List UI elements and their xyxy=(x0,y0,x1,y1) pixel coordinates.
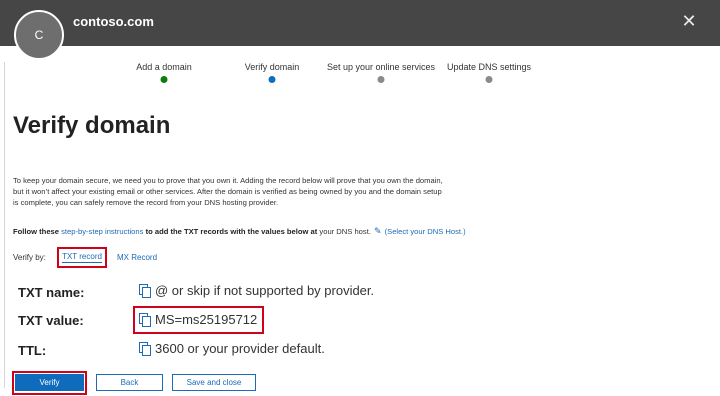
back-button[interactable]: Back xyxy=(96,374,163,391)
domain-avatar: C xyxy=(14,10,64,60)
page-title: Verify domain xyxy=(13,112,171,139)
copy-icon[interactable] xyxy=(139,284,151,298)
follow-middle: to add the TXT records with the values b… xyxy=(145,227,318,236)
ttl-text: 3600 or your provider default. xyxy=(155,341,325,356)
tab-mx-record[interactable]: MX Record xyxy=(117,253,157,262)
save-and-close-button[interactable]: Save and close xyxy=(172,374,256,391)
pencil-icon[interactable]: ✎ xyxy=(374,226,382,237)
verify-by-label: Verify by: xyxy=(13,253,46,262)
intro-text: To keep your domain secure, we need you … xyxy=(13,176,443,207)
domain-name: contoso.com xyxy=(73,14,154,29)
follow-prefix: Follow these xyxy=(13,227,59,236)
step-dot-verify-domain xyxy=(268,76,276,83)
step-dot-online-services xyxy=(377,76,385,83)
step-label-online-services: Set up your online services xyxy=(326,62,436,72)
txt-value-value: MS=ms25195712 xyxy=(139,312,257,327)
verify-button[interactable]: Verify xyxy=(15,374,84,391)
step-dot-add-domain xyxy=(160,76,168,83)
ttl-value: 3600 or your provider default. xyxy=(139,341,325,356)
txt-value-label: TXT value: xyxy=(18,313,84,328)
step-label-verify-domain: Verify domain xyxy=(244,62,300,72)
panel-divider xyxy=(4,62,5,388)
step-label-add-domain: Add a domain xyxy=(136,62,192,72)
tab-txt-record-label: TXT record xyxy=(62,252,102,263)
txt-name-label: TXT name: xyxy=(18,285,85,300)
tab-txt-record[interactable]: TXT record xyxy=(57,247,107,268)
follow-suffix: your DNS host. xyxy=(319,227,371,236)
txt-name-value: @ or skip if not supported by provider. xyxy=(139,283,374,298)
select-dns-host-link[interactable]: (Select your DNS Host.) xyxy=(385,227,466,236)
copy-icon[interactable] xyxy=(139,313,151,327)
copy-icon[interactable] xyxy=(139,342,151,356)
step-by-step-link[interactable]: step-by-step instructions xyxy=(61,227,143,236)
ttl-label: TTL: xyxy=(18,343,47,358)
txt-name-text: @ or skip if not supported by provider. xyxy=(155,283,375,298)
step-label-dns-settings: Update DNS settings xyxy=(446,62,532,72)
txt-value-text: MS=ms25195712 xyxy=(155,312,258,327)
instructions-line: Follow these step-by-step instructions t… xyxy=(13,226,573,237)
close-icon[interactable]: ✕ xyxy=(680,11,698,31)
step-dot-dns-settings xyxy=(485,76,493,83)
